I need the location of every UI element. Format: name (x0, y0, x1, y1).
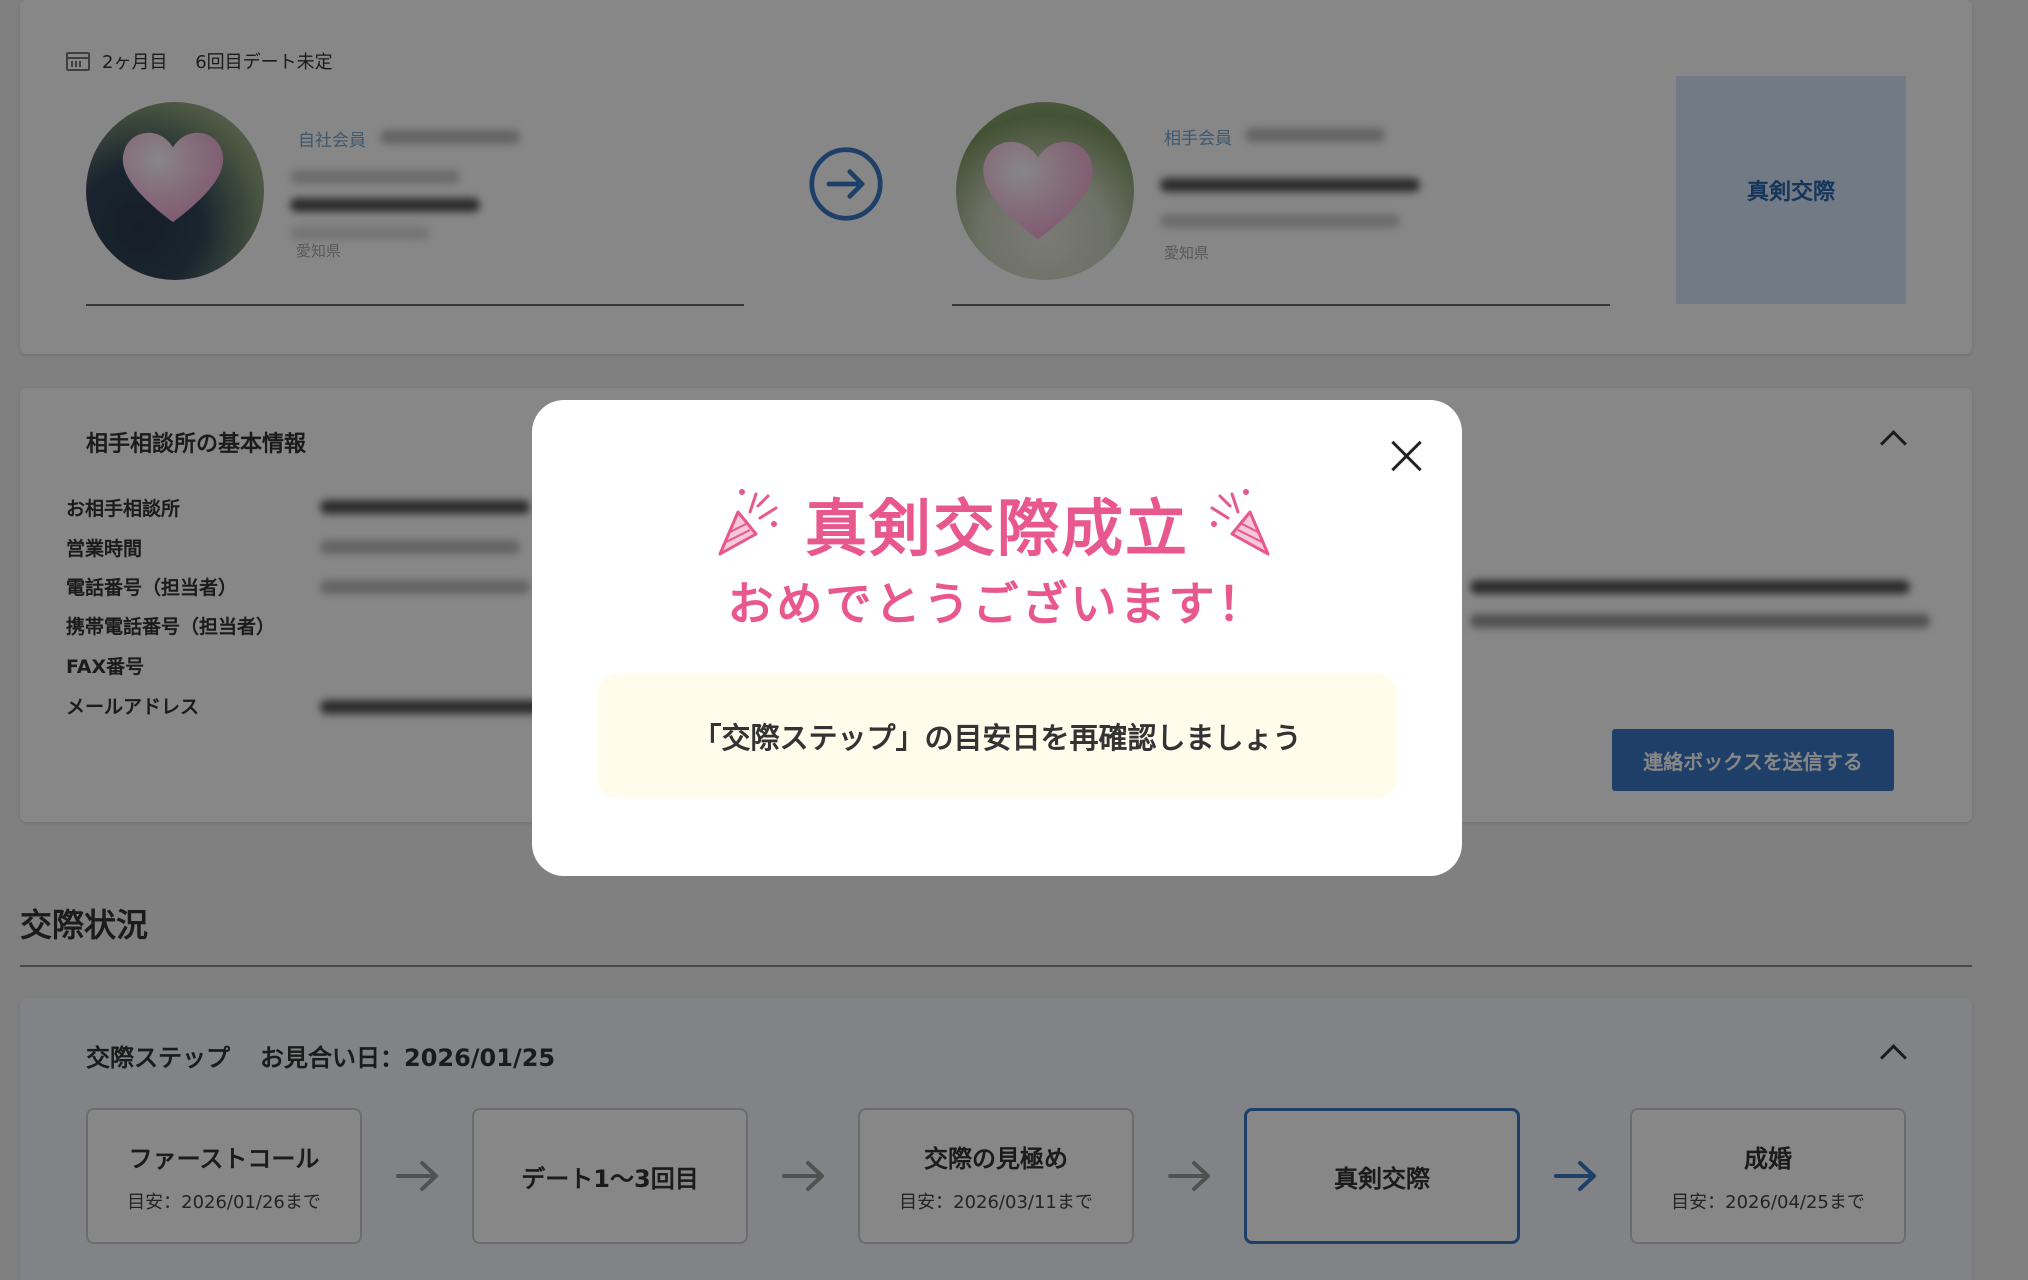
modal-title: 真剣交際成立 (804, 492, 1189, 565)
congrats-modal (532, 400, 1462, 876)
close-icon[interactable] (1388, 438, 1424, 474)
modal-subtitle: おめでとうございます！ (727, 577, 1267, 631)
modal-notice: 「交際ステップ」の目安日を再確認しましょう (597, 674, 1397, 798)
